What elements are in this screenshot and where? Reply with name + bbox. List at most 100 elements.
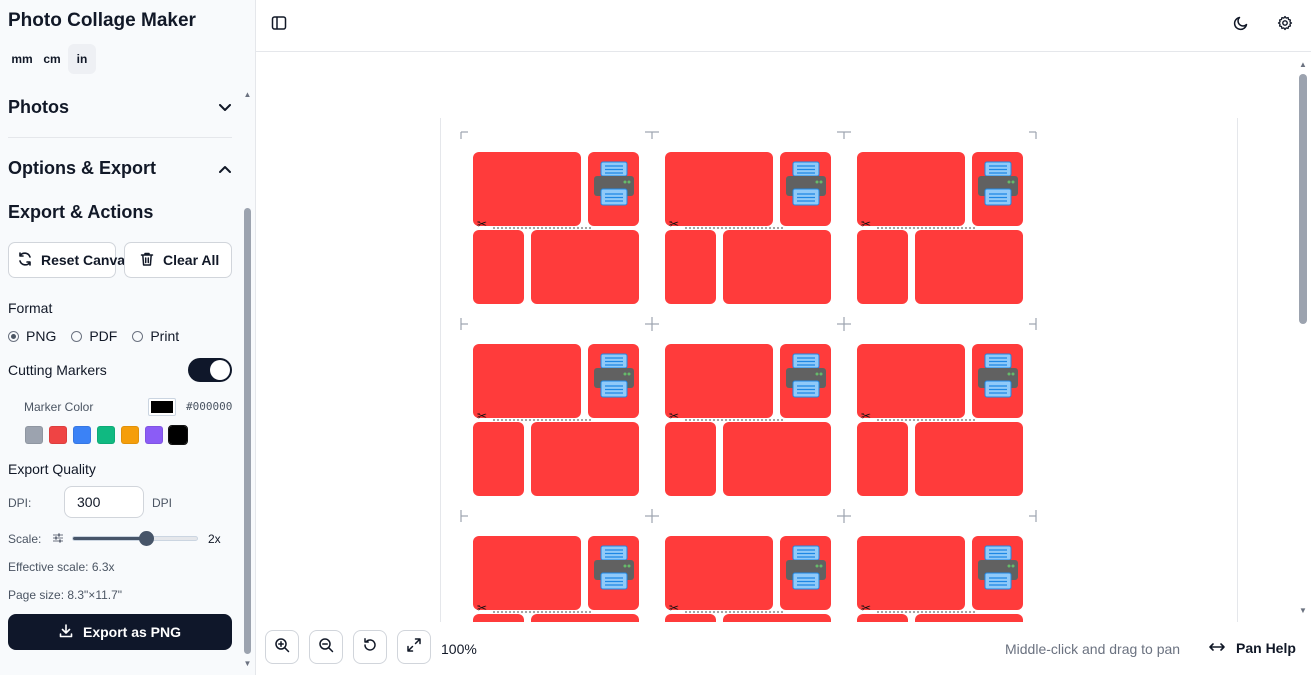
cutting-markers-toggle[interactable] [188, 358, 232, 382]
sidebar-toggle-button[interactable] [264, 10, 294, 40]
pan-help-button[interactable]: Pan Help [1208, 634, 1296, 662]
zoom-in-button[interactable] [265, 630, 299, 664]
swatch-green[interactable] [97, 426, 115, 444]
photo-slot[interactable] [857, 422, 908, 496]
photo-slot[interactable] [723, 422, 831, 496]
printer-icon-light [627, 372, 631, 376]
chevron-down-icon [218, 101, 232, 115]
photo-slot[interactable] [473, 614, 524, 622]
dpi-unit: DPI [152, 496, 173, 510]
format-pdf-radio[interactable] [71, 330, 83, 342]
photo-slot[interactable] [531, 614, 639, 622]
photo-slot[interactable] [915, 422, 1023, 496]
photo-slot[interactable] [915, 230, 1023, 304]
format-png-label: PNG [26, 328, 57, 344]
photo-slot[interactable] [473, 422, 524, 496]
sidebar-scrollbar-thumb[interactable] [244, 208, 251, 654]
photo-slot[interactable] [665, 614, 716, 622]
unit-cm-button[interactable]: cm [38, 44, 66, 74]
photo-slot[interactable] [857, 344, 965, 418]
trash-icon [139, 251, 155, 270]
photo-slot[interactable] [665, 152, 773, 226]
swatch-gray[interactable] [25, 426, 43, 444]
unit-selector: mm cm in [8, 44, 96, 74]
photos-section-title: Photos [8, 97, 69, 117]
canvas-scrollbar-thumb[interactable] [1299, 74, 1307, 324]
page-size-text: Page size: 8.3"×11.7" [8, 588, 123, 602]
marker-color-picker[interactable] [148, 398, 176, 416]
photo-slot[interactable] [665, 422, 716, 496]
reset-canvas-button[interactable]: Reset Canvas [8, 242, 133, 278]
fit-screen-button[interactable] [397, 630, 431, 664]
expand-icon [406, 637, 422, 658]
printer-icon-light [623, 372, 627, 376]
photo-slot[interactable] [857, 152, 965, 226]
printer-icon-light [627, 564, 631, 568]
printer-icon-light [627, 180, 631, 184]
sidebar-scroll-down-arrow[interactable]: ▼ [243, 659, 252, 668]
unit-mm-button[interactable]: mm [8, 44, 36, 74]
rotate-ccw-icon [362, 637, 378, 658]
marker-color-hex: #000000 [186, 400, 233, 413]
photo-slot[interactable] [723, 614, 831, 622]
photo-slot[interactable] [531, 230, 639, 304]
photo-slot[interactable] [473, 230, 524, 304]
collage-page[interactable]: ✂ ✂ ✂ ✂ ✂ ✂ ✂ ✂ ✂ [440, 118, 1238, 622]
printer-icon-light [1011, 180, 1015, 184]
zoom-out-button[interactable] [309, 630, 343, 664]
printer-icon-light [1011, 372, 1015, 376]
effective-scale-text: Effective scale: 6.3x [8, 560, 115, 574]
swatch-amber[interactable] [121, 426, 139, 444]
canvas-area[interactable]: ✂ ✂ ✂ ✂ ✂ ✂ ✂ ✂ ✂ [256, 52, 1296, 622]
scale-slider-thumb[interactable] [139, 531, 154, 546]
scale-slider-track[interactable] [72, 536, 198, 541]
dpi-input[interactable]: 300 [64, 486, 144, 518]
photo-slot[interactable] [857, 230, 908, 304]
swatch-blue[interactable] [73, 426, 91, 444]
swatch-purple[interactable] [145, 426, 163, 444]
canvas-scroll-up-arrow[interactable]: ▲ [1298, 60, 1308, 69]
photo-slot[interactable] [857, 614, 908, 622]
gear-icon [1277, 15, 1293, 36]
export-button-label: Export as PNG [82, 624, 182, 640]
format-radio-group: PNG PDF Print [8, 328, 194, 344]
export-button[interactable]: Export as PNG [8, 614, 232, 650]
theme-toggle-button[interactable] [1226, 10, 1256, 40]
photo-slot[interactable] [665, 230, 716, 304]
clear-all-button[interactable]: Clear All [124, 242, 232, 278]
swatch-black[interactable] [168, 425, 188, 445]
photo-slot[interactable] [531, 422, 639, 496]
format-print-option[interactable]: Print [132, 328, 179, 344]
scissors-icon: ✂ [477, 601, 487, 615]
format-pdf-option[interactable]: PDF [71, 328, 117, 344]
photo-slot[interactable] [473, 152, 581, 226]
photo-slot[interactable] [665, 536, 773, 610]
sidebar: Photo Collage Maker mm cm in Photos Opti… [0, 0, 256, 675]
scissors-icon: ✂ [861, 601, 871, 615]
marker-color-swatches [25, 425, 188, 445]
photo-slot[interactable] [857, 536, 965, 610]
photo-slot[interactable] [915, 614, 1023, 622]
photo-slot[interactable] [473, 536, 581, 610]
scissors-icon: ✂ [669, 409, 679, 423]
format-label: Format [8, 300, 53, 316]
canvas-scroll-down-arrow[interactable]: ▼ [1298, 606, 1308, 615]
photo-slot[interactable] [723, 230, 831, 304]
photos-section-header[interactable]: Photos [8, 97, 232, 118]
download-icon [59, 623, 73, 641]
photo-slot[interactable] [473, 344, 581, 418]
unit-in-button[interactable]: in [68, 44, 96, 74]
scissors-icon: ✂ [669, 601, 679, 615]
scissors-icon: ✂ [477, 409, 487, 423]
swatch-red[interactable] [49, 426, 67, 444]
photo-slot[interactable] [665, 344, 773, 418]
format-print-label: Print [150, 328, 180, 344]
settings-button[interactable] [1270, 10, 1300, 40]
format-png-radio[interactable] [8, 330, 19, 342]
format-png-option[interactable]: PNG [8, 328, 56, 344]
format-print-radio[interactable] [132, 330, 144, 342]
moon-icon [1233, 15, 1249, 36]
sidebar-scroll-up-arrow[interactable]: ▲ [243, 90, 252, 99]
reset-zoom-button[interactable] [353, 630, 387, 664]
options-export-section-header[interactable]: Options & Export [8, 158, 232, 179]
